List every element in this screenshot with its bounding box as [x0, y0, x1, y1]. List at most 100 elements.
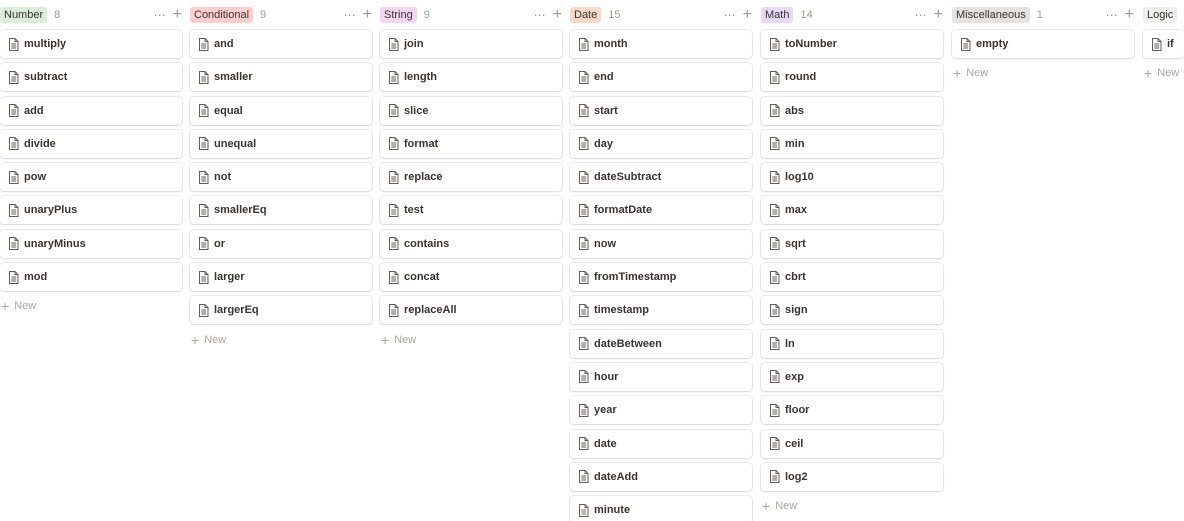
board-column-math: Math 14 ⋯ + toNumber round abs min log10 max sqrt c… [761, 0, 943, 521]
board-card[interactable]: ceil [761, 429, 943, 458]
column-tag[interactable]: Number [0, 6, 48, 23]
new-card-button[interactable]: + New [761, 496, 943, 516]
card-title: unaryMinus [24, 237, 86, 250]
board-card[interactable]: sign [761, 296, 943, 325]
ellipsis-icon[interactable]: ⋯ [344, 8, 357, 22]
board-card[interactable]: not [190, 163, 372, 192]
board-card[interactable]: subtract [0, 63, 182, 92]
board-card[interactable]: formatDate [570, 196, 752, 225]
plus-icon[interactable]: + [743, 6, 752, 22]
card-title: toNumber [785, 38, 837, 50]
board-card[interactable]: mod [0, 263, 182, 292]
card-title: dateSubtract [594, 171, 662, 184]
plus-icon[interactable]: + [173, 6, 182, 22]
board-card[interactable]: cbrt [761, 263, 943, 292]
plus-icon[interactable]: + [934, 6, 943, 22]
board-card[interactable]: dateSubtract [570, 163, 752, 192]
board-card[interactable]: dateAdd [570, 462, 752, 491]
page-icon [769, 470, 780, 484]
board-card[interactable]: slice [380, 96, 562, 125]
card-title: and [214, 38, 234, 50]
ellipsis-icon[interactable]: ⋯ [1106, 8, 1119, 22]
board-card[interactable]: pow [0, 163, 182, 192]
board-card[interactable]: larger [190, 263, 372, 292]
card-title: multiply [24, 38, 67, 50]
board-card[interactable]: smaller [190, 63, 372, 92]
board-card[interactable]: format [380, 129, 562, 158]
board-card[interactable]: log2 [761, 462, 943, 491]
board-card[interactable]: ln [761, 329, 943, 358]
board-card[interactable]: hour [570, 362, 752, 391]
board-card[interactable]: replace [380, 163, 562, 192]
board-card[interactable]: abs [761, 96, 943, 125]
board-card[interactable]: equal [190, 96, 372, 125]
board-card[interactable]: timestamp [570, 296, 752, 325]
plus-icon[interactable]: + [553, 6, 562, 22]
ellipsis-icon[interactable]: ⋯ [915, 8, 928, 22]
plus-icon: + [953, 65, 962, 82]
board-card[interactable]: test [380, 196, 562, 225]
board-card[interactable]: year [570, 396, 752, 425]
board-card[interactable]: divide [0, 129, 182, 158]
board-card[interactable]: end [570, 63, 752, 92]
page-icon [578, 337, 589, 351]
board-card[interactable]: date [570, 429, 752, 458]
board-card[interactable]: smallerEq [190, 196, 372, 225]
card-title: end [594, 71, 614, 84]
new-card-button[interactable]: + New [380, 330, 562, 350]
column-tag[interactable]: Logic [1143, 6, 1178, 23]
board-card[interactable]: round [761, 63, 943, 92]
board-card[interactable]: max [761, 196, 943, 225]
page-icon [1151, 37, 1162, 51]
card-title: slice [404, 104, 429, 117]
column-tag[interactable]: String [380, 6, 417, 23]
page-icon [769, 437, 780, 451]
board-card[interactable]: dateBetween [570, 329, 752, 358]
column-tag[interactable]: Conditional [190, 6, 254, 23]
new-card-button[interactable]: + New [1143, 63, 1184, 83]
board-card[interactable]: join [380, 30, 562, 58]
new-card-button[interactable]: + New [190, 330, 372, 350]
board-card[interactable]: floor [761, 396, 943, 425]
ellipsis-icon[interactable]: ⋯ [724, 8, 737, 22]
board-card[interactable]: min [761, 129, 943, 158]
board-card[interactable]: minute [570, 496, 752, 521]
column-tag[interactable]: Date [570, 6, 602, 23]
board-card[interactable]: log10 [761, 163, 943, 192]
card-title: empty [976, 38, 1009, 50]
board-card[interactable]: add [0, 96, 182, 125]
board-card[interactable]: sqrt [761, 229, 943, 258]
plus-icon[interactable]: + [1125, 6, 1134, 22]
board-card[interactable]: unequal [190, 129, 372, 158]
ellipsis-icon[interactable]: ⋯ [534, 8, 547, 22]
card-title: year [594, 404, 617, 417]
new-card-button[interactable]: + New [952, 63, 1134, 83]
card-title: ln [785, 337, 795, 350]
new-card-button[interactable]: + New [0, 296, 182, 316]
board-card[interactable]: empty [952, 30, 1134, 58]
board-card[interactable]: fromTimestamp [570, 263, 752, 292]
board-card[interactable]: contains [380, 229, 562, 258]
board-card[interactable]: unaryMinus [0, 229, 182, 258]
board-card[interactable]: if [1143, 30, 1184, 58]
board-card[interactable]: month [570, 30, 752, 58]
board-card[interactable]: exp [761, 362, 943, 391]
board-card[interactable]: multiply [0, 30, 182, 58]
board-card[interactable]: toNumber [761, 30, 943, 58]
plus-icon[interactable]: + [363, 6, 372, 22]
column-tag[interactable]: Miscellaneous [952, 6, 1030, 23]
board-card[interactable]: or [190, 229, 372, 258]
board-card[interactable]: replaceAll [380, 296, 562, 325]
board-card[interactable]: unaryPlus [0, 196, 182, 225]
ellipsis-icon[interactable]: ⋯ [154, 8, 167, 22]
page-icon [769, 370, 780, 384]
column-header: Logic [1143, 0, 1184, 29]
board-card[interactable]: now [570, 229, 752, 258]
board-card[interactable]: largerEq [190, 296, 372, 325]
board-card[interactable]: and [190, 30, 372, 58]
board-card[interactable]: length [380, 63, 562, 92]
board-card[interactable]: day [570, 129, 752, 158]
column-tag[interactable]: Math [761, 6, 794, 23]
board-card[interactable]: concat [380, 263, 562, 292]
board-card[interactable]: start [570, 96, 752, 125]
